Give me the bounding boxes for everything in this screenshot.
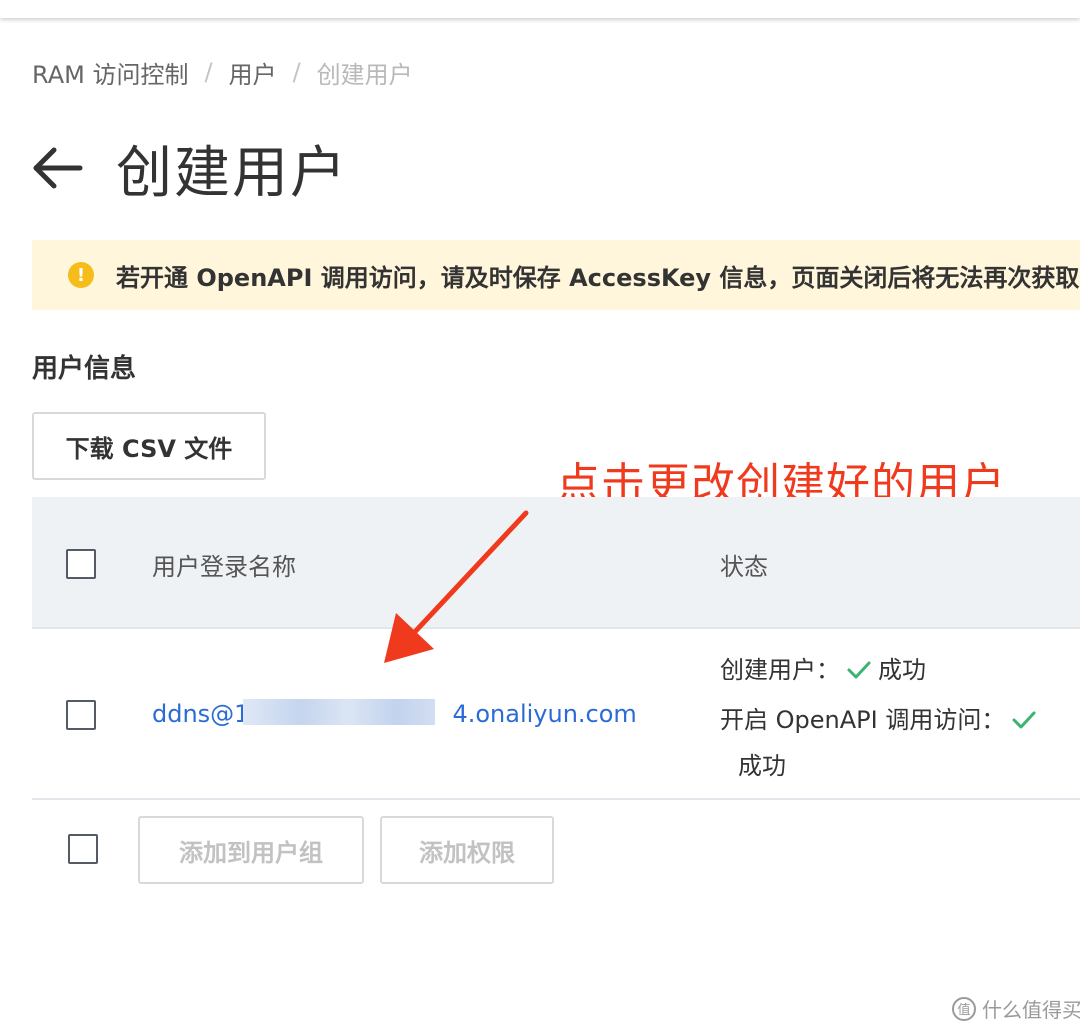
table-row: ddns@1 4.onaliyun.com 创建用户： 成功 开启 OpenAPI … — [32, 628, 1080, 800]
watermark: 值 什么值得买 — [952, 994, 1080, 1023]
breadcrumb-separator: / — [204, 58, 213, 86]
breadcrumb-item-ram[interactable]: RAM 访问控制 — [32, 55, 188, 90]
add-to-group-button[interactable]: 添加到用户组 — [138, 816, 364, 884]
warning-circle-icon: ! — [68, 262, 94, 288]
breadcrumb-separator: / — [292, 58, 301, 86]
page-header: 创建用户 — [30, 128, 348, 208]
column-header-login-name[interactable]: 用户登录名称 — [152, 547, 296, 582]
warning-alert: ! 若开通 OpenAPI 调用访问，请及时保存 AccessKey 信息，页面… — [32, 240, 1080, 310]
status-openapi: 开启 OpenAPI 调用访问： — [720, 700, 1043, 735]
login-name-prefix: ddns@1 — [152, 700, 250, 728]
alert-text: 若开通 OpenAPI 调用访问，请及时保存 AccessKey 信息，页面关闭… — [116, 263, 1080, 292]
status-openapi-result: 成功 — [738, 752, 786, 780]
watermark-logo-icon: 值 — [952, 996, 976, 1021]
status-create-user-result: 成功 — [878, 656, 926, 684]
top-bar — [0, 0, 1080, 18]
breadcrumb-item-users[interactable]: 用户 — [229, 55, 277, 90]
add-permission-button[interactable]: 添加权限 — [380, 816, 554, 884]
status-create-user-label: 创建用户： — [720, 656, 840, 684]
watermark-text: 什么值得买 — [982, 998, 1080, 1022]
annotation-arrow — [384, 510, 529, 663]
table-header: 用户登录名称 状态 — [32, 497, 1080, 629]
footer-select-checkbox[interactable] — [68, 834, 98, 864]
status-openapi-label: 开启 OpenAPI 调用访问： — [720, 706, 1006, 734]
check-icon — [1012, 711, 1036, 729]
page-title: 创建用户 — [116, 140, 348, 206]
check-icon — [847, 661, 871, 679]
section-title: 用户信息 — [32, 354, 137, 384]
arrow-left-icon — [33, 147, 83, 189]
breadcrumb-item-create-user: 创建用户 — [316, 60, 413, 89]
redaction-blur — [243, 699, 435, 725]
select-all-checkbox[interactable] — [66, 549, 96, 579]
download-csv-button[interactable]: 下载 CSV 文件 — [32, 412, 266, 480]
status-create-user: 创建用户： 成功 — [720, 650, 926, 685]
back-button[interactable] — [30, 140, 86, 196]
row-checkbox[interactable] — [66, 700, 96, 730]
column-header-status[interactable]: 状态 — [720, 547, 768, 582]
login-name-suffix: 4.onaliyun.com — [452, 700, 637, 728]
breadcrumb: RAM 访问控制 / 用户 / 创建用户 — [32, 55, 413, 90]
